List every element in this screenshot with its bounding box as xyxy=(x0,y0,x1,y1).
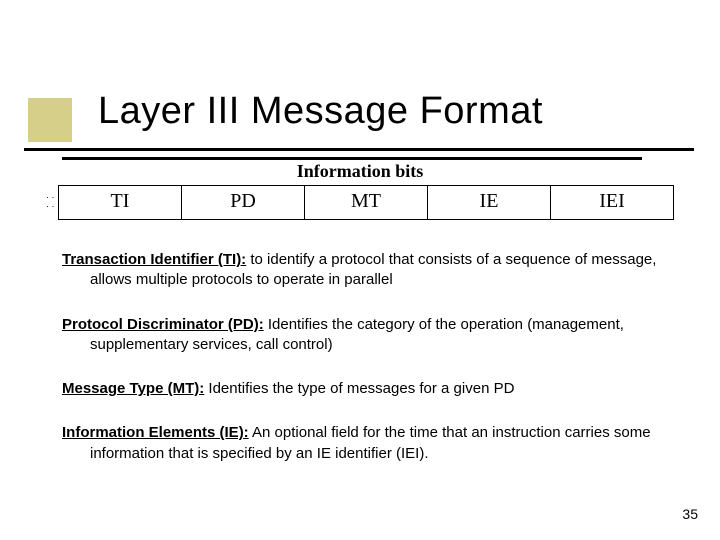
definition-pd: Protocol Discriminator (PD): Identifies … xyxy=(62,315,662,356)
definition-term: Protocol Discriminator (PD): xyxy=(62,316,264,333)
definition-body-tail: . xyxy=(424,445,428,462)
accent-square xyxy=(28,98,72,142)
definition-term: Message Type (MT): xyxy=(62,380,204,397)
definition-term: Information Elements (IE): xyxy=(62,424,249,441)
definition-ti: Transaction Identifier (TI): to identify… xyxy=(62,250,662,291)
slide: Layer III Message Format Information bit… xyxy=(0,0,720,540)
field-cell-ti: TI xyxy=(59,186,182,219)
definition-body-bold: IE identifier (IEI) xyxy=(317,445,425,462)
info-bits-header: Information bits xyxy=(0,161,720,182)
slide-title: Layer III Message Format xyxy=(98,90,543,133)
title-wrap: Layer III Message Format xyxy=(98,90,543,133)
definition-ie: Information Elements (IE): An optional f… xyxy=(62,423,662,464)
definition-term: Transaction Identifier (TI): xyxy=(62,251,246,268)
page-number: 35 xyxy=(682,506,698,522)
info-bits-label: Information bits xyxy=(297,161,424,181)
divider-long xyxy=(24,148,694,151)
decorative-dots: · ·· · xyxy=(46,193,55,211)
divider-short xyxy=(62,157,642,160)
definitions: Transaction Identifier (TI): to identify… xyxy=(62,250,662,488)
definition-body: Identifies the type of messages for a gi… xyxy=(204,380,514,397)
field-cell-ie: IE xyxy=(428,186,551,219)
field-cell-iei: IEI xyxy=(551,186,673,219)
field-row: TI PD MT IE IEI xyxy=(58,185,674,220)
field-cell-mt: MT xyxy=(305,186,428,219)
definition-mt: Message Type (MT): Identifies the type o… xyxy=(62,379,662,399)
field-cell-pd: PD xyxy=(182,186,305,219)
